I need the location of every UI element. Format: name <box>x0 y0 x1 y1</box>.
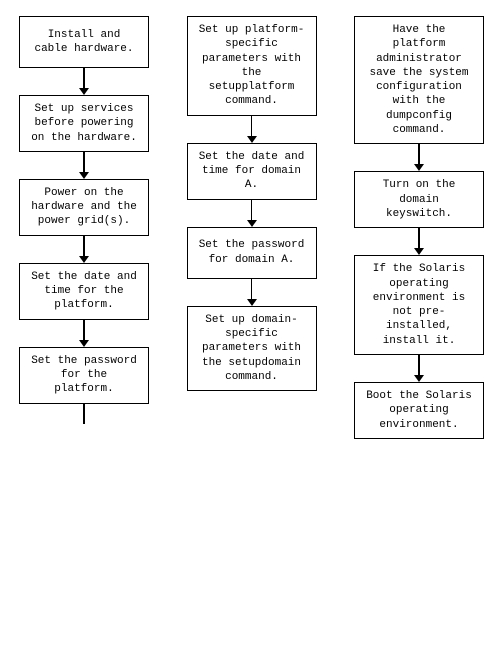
arrow-1-5 <box>83 404 85 424</box>
box-setupplatform: Set up platform-specific parameters with… <box>187 16 317 116</box>
box-dumpconfig: Have the platform administrator save the… <box>354 16 484 144</box>
arrow-1-1 <box>79 68 89 95</box>
flowchart-diagram: Install and cable hardware. Set up servi… <box>0 0 503 455</box>
arrow-3-1 <box>414 144 424 171</box>
box-solaris-install: If the Solaris operating environment is … <box>354 255 484 355</box>
column-2: Set up platform-specific parameters with… <box>178 16 326 439</box>
box-date-time-domain: Set the date and time for domain A. <box>187 143 317 200</box>
column-3: Have the platform administrator save the… <box>345 16 493 439</box>
arrow-2-1 <box>247 116 257 143</box>
box-install-cable: Install and cable hardware. <box>19 16 149 68</box>
column-1: Install and cable hardware. Set up servi… <box>10 16 158 439</box>
arrow-1-2 <box>79 152 89 179</box>
box-setup-services: Set up services before powering on the h… <box>19 95 149 152</box>
arrow-1-3 <box>79 236 89 263</box>
arrow-2-2 <box>247 200 257 227</box>
box-setupdomain: Set up domain-specific parameters with t… <box>187 306 317 391</box>
box-date-time-platform: Set the date and time for the platform. <box>19 263 149 320</box>
arrow-1-4 <box>79 320 89 347</box>
box-boot-solaris: Boot the Solaris operating environment. <box>354 382 484 439</box>
box-password-platform: Set the password for the platform. <box>19 347 149 404</box>
arrow-2-3 <box>247 279 257 306</box>
box-power-on: Power on the hardware and the power grid… <box>19 179 149 236</box>
box-keyswitch: Turn on the domain keyswitch. <box>354 171 484 228</box>
arrow-3-2 <box>414 228 424 255</box>
box-password-domain: Set the password for domain A. <box>187 227 317 279</box>
arrow-3-3 <box>414 355 424 382</box>
